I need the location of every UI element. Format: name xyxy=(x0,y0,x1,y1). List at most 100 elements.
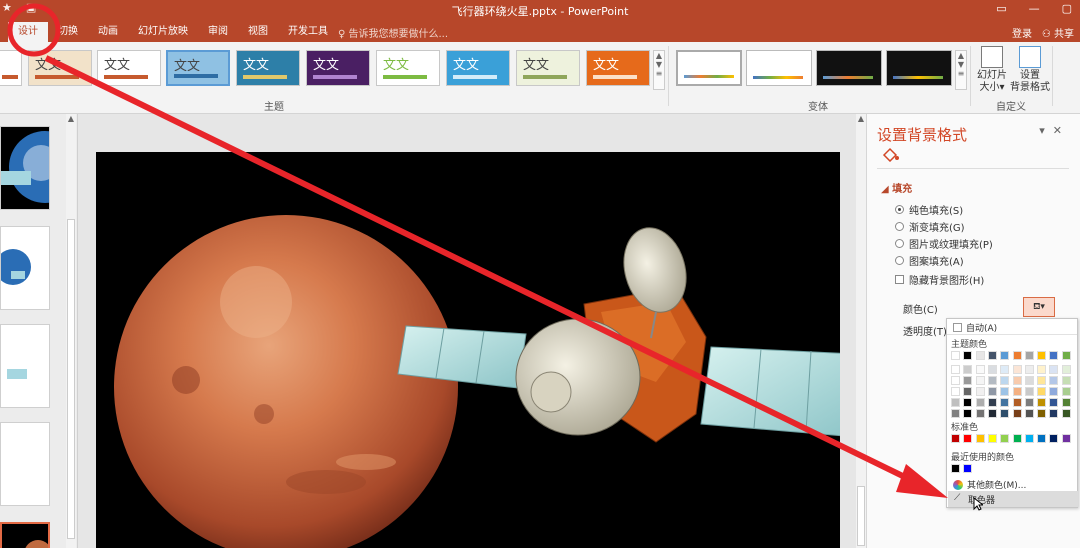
standard-color-swatch[interactable] xyxy=(1012,434,1022,443)
standard-color-swatch[interactable] xyxy=(1061,434,1071,443)
recent-color-swatch[interactable] xyxy=(963,464,973,473)
theme-color-swatch[interactable] xyxy=(1061,387,1071,396)
tell-me-search[interactable]: ♀ 告诉我您想要做什么... xyxy=(338,25,448,40)
theme-color-swatch[interactable] xyxy=(1024,365,1034,374)
theme-color-swatch[interactable] xyxy=(1012,409,1022,418)
solid-fill-radio[interactable]: 纯色填充(S) xyxy=(895,202,963,217)
gradient-fill-radio[interactable]: 渐变填充(G) xyxy=(895,219,965,234)
theme-color-swatch[interactable] xyxy=(1061,351,1071,360)
theme-color-swatch[interactable] xyxy=(1037,376,1047,385)
theme-color-swatch[interactable] xyxy=(1012,387,1022,396)
format-background-button[interactable]: 设置 背景格式 xyxy=(1010,46,1050,94)
theme-color-swatch[interactable] xyxy=(1000,365,1010,374)
close-icon[interactable]: ✕ xyxy=(1053,124,1070,137)
window-controls[interactable]: ▭ — ▢ xyxy=(996,2,1072,15)
theme-thumb-9[interactable]: 文文 xyxy=(586,50,650,86)
tab-animations[interactable]: 动画 xyxy=(88,22,128,42)
theme-color-swatch[interactable] xyxy=(1049,409,1059,418)
tab-slideshow[interactable]: 幻灯片放映 xyxy=(128,22,198,42)
theme-color-swatch[interactable] xyxy=(1024,409,1034,418)
theme-color-swatch[interactable] xyxy=(1000,409,1010,418)
scroll-thumb[interactable] xyxy=(67,219,75,539)
theme-color-swatch[interactable] xyxy=(1024,376,1034,385)
theme-color-swatch[interactable] xyxy=(951,351,960,360)
pane-options-icon[interactable]: ▾ xyxy=(1039,124,1053,137)
theme-color-swatch[interactable] xyxy=(963,351,973,360)
pane-controls[interactable]: ▾✕ xyxy=(1039,124,1070,137)
fill-section-header[interactable]: ◢ 填充 xyxy=(881,180,912,195)
theme-color-swatch[interactable] xyxy=(1049,376,1059,385)
theme-color-swatch[interactable] xyxy=(963,365,973,374)
color-picker-button[interactable]: ⛾▾ xyxy=(1023,297,1055,317)
theme-color-swatch[interactable] xyxy=(1049,387,1059,396)
theme-color-swatch[interactable] xyxy=(1024,387,1034,396)
themes-gallery-scroll[interactable]: ▲ ▼ ≡ xyxy=(653,50,665,90)
variant-thumb-4[interactable] xyxy=(886,50,952,86)
variant-thumb-1[interactable] xyxy=(676,50,742,86)
theme-thumb-2[interactable]: 文文 xyxy=(97,50,161,86)
theme-color-swatch[interactable] xyxy=(987,376,997,385)
theme-color-swatch[interactable] xyxy=(975,409,985,418)
standard-color-swatch[interactable] xyxy=(975,434,985,443)
theme-thumb-8[interactable]: 文文 xyxy=(516,50,580,86)
theme-color-swatch[interactable] xyxy=(951,387,960,396)
theme-thumb-7[interactable]: 文文 xyxy=(446,50,510,86)
theme-color-swatch[interactable] xyxy=(963,398,973,407)
scroll-thumb[interactable] xyxy=(857,486,865,546)
slide-thumbnail[interactable] xyxy=(0,226,50,310)
slide-scrollbar[interactable]: ▲ xyxy=(856,114,866,548)
fill-bucket-icon[interactable] xyxy=(881,146,901,162)
theme-color-swatch[interactable] xyxy=(1037,387,1047,396)
tab-view[interactable]: 视图 xyxy=(238,22,278,42)
share-button[interactable]: ⚇ 共享 xyxy=(1042,25,1074,40)
theme-color-swatch[interactable] xyxy=(1012,365,1022,374)
theme-color-swatch[interactable] xyxy=(951,398,960,407)
variant-thumb-3[interactable] xyxy=(816,50,882,86)
theme-color-swatch[interactable] xyxy=(1049,365,1059,374)
theme-color-swatch[interactable] xyxy=(951,376,960,385)
theme-color-swatch[interactable] xyxy=(1000,398,1010,407)
slide-size-button[interactable]: 幻灯片 大小▾ xyxy=(972,46,1012,94)
slide-thumbnail[interactable] xyxy=(0,126,50,210)
tab-developer[interactable]: 开发工具 xyxy=(278,22,338,42)
checkbox-box[interactable] xyxy=(895,275,904,284)
theme-color-swatch[interactable] xyxy=(1061,398,1071,407)
slide-canvas[interactable] xyxy=(96,152,840,548)
scroll-up-icon[interactable]: ▲ xyxy=(856,114,866,123)
pattern-fill-radio[interactable]: 图案填充(A) xyxy=(895,253,964,268)
standard-color-swatch[interactable] xyxy=(951,434,960,443)
theme-color-swatch[interactable] xyxy=(1061,365,1071,374)
radio-dot[interactable] xyxy=(895,222,904,231)
slide-thumbnail-selected[interactable] xyxy=(0,522,50,548)
thumbnails-scrollbar[interactable]: ▲ xyxy=(66,114,76,548)
theme-color-swatch[interactable] xyxy=(975,351,985,360)
theme-color-swatch[interactable] xyxy=(975,398,985,407)
standard-color-swatch[interactable] xyxy=(963,434,973,443)
theme-color-swatch[interactable] xyxy=(951,365,960,374)
picture-fill-radio[interactable]: 图片或纹理填充(P) xyxy=(895,236,993,251)
theme-color-swatch[interactable] xyxy=(1012,398,1022,407)
theme-color-swatch[interactable] xyxy=(951,409,960,418)
more-colors-item[interactable]: 其他颜色(M)... xyxy=(953,478,1026,491)
minimize-icon[interactable]: — xyxy=(1029,2,1040,15)
eyedropper-item[interactable]: ⟋ 取色器 xyxy=(948,491,1078,507)
standard-color-swatch[interactable] xyxy=(987,434,997,443)
slide-thumbnail[interactable] xyxy=(0,324,50,408)
hide-background-checkbox[interactable]: 隐藏背景图形(H) xyxy=(895,272,984,287)
ribbon-display-icon[interactable]: ▭ xyxy=(996,2,1006,15)
theme-color-swatch[interactable] xyxy=(1037,409,1047,418)
theme-color-swatch[interactable] xyxy=(987,409,997,418)
tab-review[interactable]: 审阅 xyxy=(198,22,238,42)
standard-color-swatch[interactable] xyxy=(1049,434,1059,443)
scroll-up-icon[interactable]: ▲ xyxy=(66,114,76,123)
theme-color-swatch[interactable] xyxy=(1037,365,1047,374)
mars-spacecraft-picture[interactable] xyxy=(96,152,840,548)
variant-thumb-2[interactable] xyxy=(746,50,812,86)
radio-dot[interactable] xyxy=(895,205,904,214)
theme-color-swatch[interactable] xyxy=(963,409,973,418)
theme-color-swatch[interactable] xyxy=(1037,351,1047,360)
recent-color-swatch[interactable] xyxy=(951,464,960,473)
tab-transitions[interactable]: 切换 xyxy=(48,22,88,42)
theme-color-swatch[interactable] xyxy=(975,387,985,396)
theme-color-swatch[interactable] xyxy=(1000,376,1010,385)
